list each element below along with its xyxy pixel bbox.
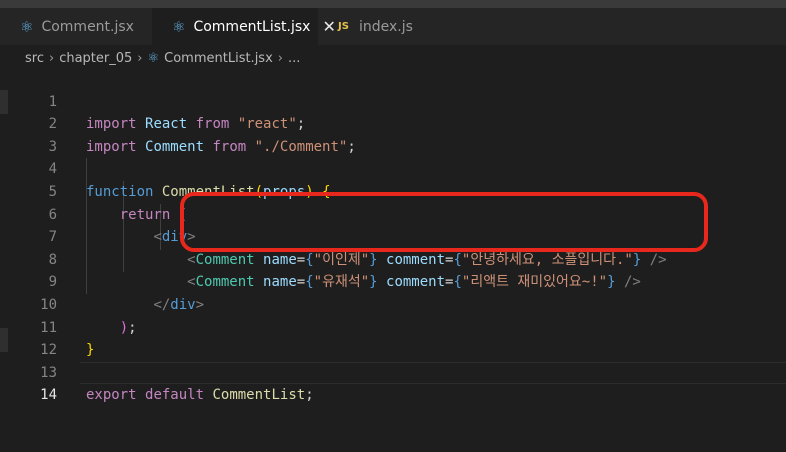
code-line: 2 import Comment from "./Comment"; xyxy=(0,91,786,155)
tab-label: index.js xyxy=(358,18,413,35)
editor-tab-bar: ⚛ Comment.jsx ⚛ CommentList.jsx ✕ JS ind… xyxy=(0,8,786,45)
breadcrumb-item[interactable]: src xyxy=(25,51,44,66)
window-top-bar xyxy=(0,0,786,8)
chevron-right-icon: › xyxy=(137,50,143,66)
annotation-highlight-box xyxy=(180,192,708,252)
chevron-right-icon: › xyxy=(277,50,283,66)
breadcrumb-item[interactable]: CommentList.jsx xyxy=(164,51,273,66)
tab-label: CommentList.jsx xyxy=(193,18,311,35)
tab-index-js[interactable]: JS index.js xyxy=(318,8,438,45)
tab-comment-jsx[interactable]: ⚛ Comment.jsx xyxy=(0,8,152,45)
chevron-right-icon: › xyxy=(48,50,55,66)
js-icon: JS xyxy=(338,21,349,32)
react-icon: ⚛ xyxy=(172,17,186,36)
code-line: 10 ); xyxy=(0,271,786,336)
code-line: 11 } xyxy=(0,294,786,359)
code-line: 3 xyxy=(0,113,786,155)
breadcrumb-item[interactable]: chapter_05 xyxy=(59,51,132,66)
react-icon: ⚛ xyxy=(20,17,34,36)
react-icon: ⚛ xyxy=(147,50,160,66)
code-line: 4 function CommentList(props) { xyxy=(0,136,786,200)
code-line: 5 return ( xyxy=(0,158,786,223)
tab-commentlist-jsx[interactable]: ⚛ CommentList.jsx ✕ xyxy=(152,8,336,45)
code-line-current[interactable]: 14 xyxy=(0,361,786,403)
code-line: 12 xyxy=(0,317,786,358)
code-line: 9 </div> xyxy=(0,249,786,313)
breadcrumb-item[interactable]: ... xyxy=(288,51,300,66)
code-line: 1 import React from "react"; xyxy=(0,68,786,133)
line-number: 14 xyxy=(40,387,57,404)
code-line: 13 export default CommentList; xyxy=(0,339,786,404)
tab-label: Comment.jsx xyxy=(41,18,134,35)
breadcrumb: src › chapter_05 › ⚛ CommentList.jsx › .… xyxy=(25,49,300,67)
